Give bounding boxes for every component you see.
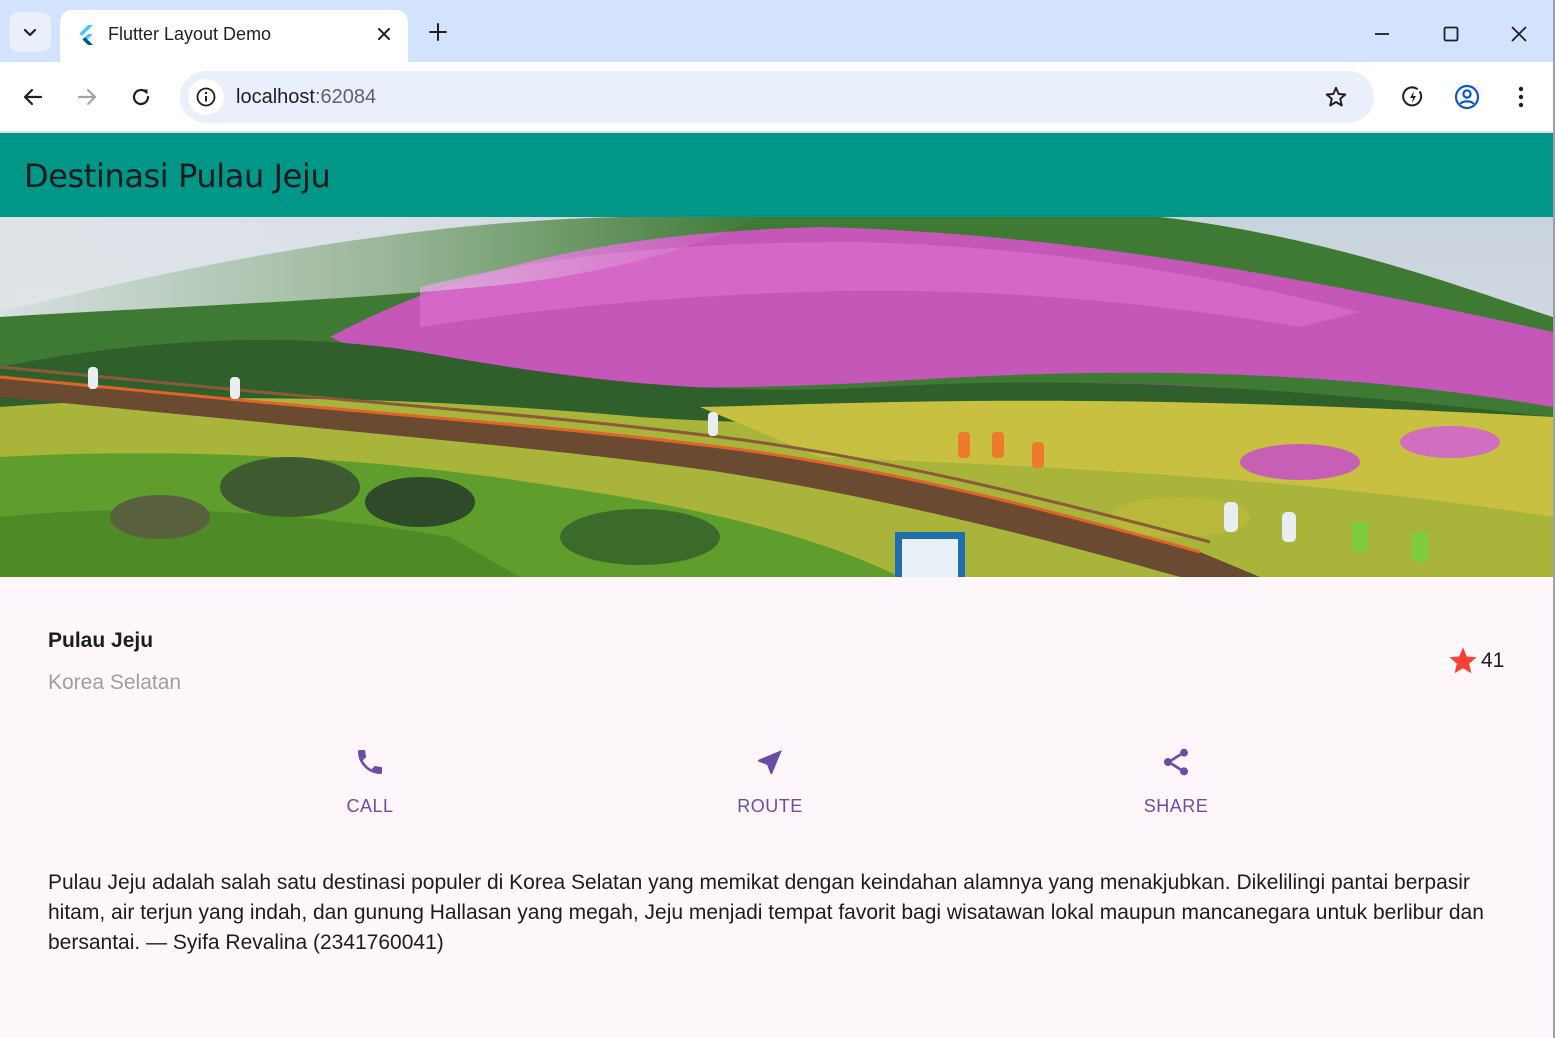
call-label: CALL <box>346 796 394 816</box>
place-name: Pulau Jeju <box>48 629 154 652</box>
maximize-icon <box>1443 26 1459 42</box>
description-text: Pulau Jeju adalah salah satu destinasi p… <box>48 871 1484 954</box>
reload-icon <box>132 88 150 106</box>
more-vert-icon <box>1518 86 1524 108</box>
share-label: SHARE <box>1143 796 1209 816</box>
reload-button[interactable] <box>122 78 160 116</box>
route-button[interactable]: ROUTE <box>690 744 850 817</box>
close-icon <box>378 28 390 40</box>
browser-tab[interactable]: Flutter Layout Demo <box>60 10 408 62</box>
place-country: Korea Selatan <box>48 671 182 694</box>
favorite-count: 41 <box>1481 649 1505 672</box>
new-tab-button[interactable] <box>424 18 452 46</box>
tab-title: Flutter Layout Demo <box>108 24 272 44</box>
share-icon <box>1158 744 1194 780</box>
window-close-button[interactable] <box>1499 14 1539 54</box>
bookmark-button[interactable] <box>1322 83 1350 111</box>
phone-icon <box>352 744 388 780</box>
tab-close-button[interactable] <box>372 22 396 46</box>
hero-image <box>0 217 1553 577</box>
performance-icon <box>1402 86 1423 107</box>
minimize-button[interactable] <box>1362 14 1402 54</box>
address-bar[interactable]: localhost:62084 <box>180 71 1374 123</box>
share-button[interactable]: SHARE <box>1096 744 1256 817</box>
profile-button[interactable] <box>1448 78 1486 116</box>
info-icon <box>196 87 216 107</box>
plus-icon <box>429 23 447 41</box>
call-button[interactable]: CALL <box>290 744 450 817</box>
close-icon <box>1511 26 1527 42</box>
extension-button[interactable] <box>1394 78 1432 116</box>
browser-toolbar: localhost:62084 <box>0 62 1555 132</box>
star-outline-icon <box>1325 86 1347 107</box>
chevron-down-icon <box>23 28 37 37</box>
jeju-landscape-image <box>0 217 1553 577</box>
tab-search-button[interactable] <box>9 12 51 52</box>
app-bar-title: Destinasi Pulau Jeju <box>24 157 331 195</box>
forward-button[interactable] <box>68 78 106 116</box>
near-me-icon <box>752 744 788 780</box>
url-host: localhost <box>236 86 315 108</box>
browser-tab-strip: Flutter Layout Demo <box>0 0 1555 62</box>
site-info-button[interactable] <box>188 79 224 115</box>
account-circle-icon <box>1454 84 1480 110</box>
app-bar: Destinasi Pulau Jeju <box>0 133 1553 217</box>
arrow-right-icon <box>77 88 97 106</box>
minimize-icon <box>1375 33 1389 35</box>
arrow-left-icon <box>23 88 43 106</box>
route-label: ROUTE <box>737 796 803 816</box>
back-button[interactable] <box>14 78 52 116</box>
flutter-logo-icon <box>79 25 93 45</box>
browser-menu-button[interactable] <box>1502 78 1540 116</box>
favorite-widget[interactable]: 41 <box>1447 645 1504 677</box>
star-icon[interactable] <box>1447 645 1479 677</box>
maximize-button[interactable] <box>1431 14 1471 54</box>
url-text: localhost:62084 <box>236 85 376 109</box>
url-port: :62084 <box>314 86 377 108</box>
